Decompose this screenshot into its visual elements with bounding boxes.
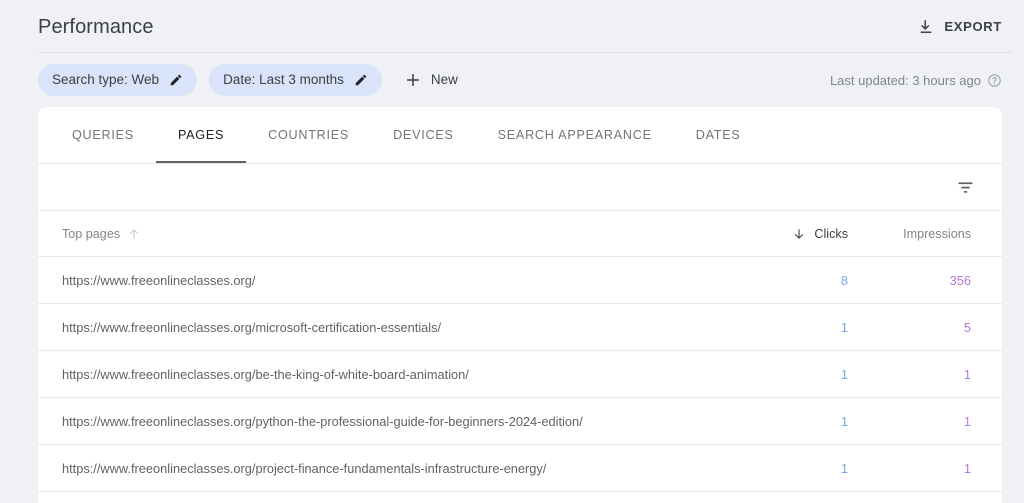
page-url-link[interactable]: https://www.freeonlineclasses.org/be-the…	[62, 367, 469, 382]
pencil-icon	[169, 73, 183, 87]
table-row[interactable]: https://www.freeonlineclasses.org/ 8 356	[38, 257, 1002, 304]
arrow-down-icon	[792, 227, 806, 241]
export-label: EXPORT	[944, 19, 1002, 34]
table-header-row: Top pages Clicks Impressions	[38, 211, 1002, 257]
pencil-icon	[354, 73, 368, 87]
plus-icon	[404, 71, 422, 89]
filter-icon	[956, 178, 975, 197]
pages-table: Top pages Clicks Impressions https://www…	[38, 211, 1002, 492]
table-cell-impressions: 356	[862, 273, 1002, 288]
filter-button[interactable]	[950, 172, 980, 202]
table-cell-impressions: 1	[862, 414, 1002, 429]
table-cell-impressions: 1	[862, 367, 1002, 382]
table-row[interactable]: https://www.freeonlineclasses.org/projec…	[38, 445, 1002, 492]
tab-queries-label: QUERIES	[72, 128, 134, 142]
impressions-value: 356	[949, 272, 971, 288]
clicks-value: 1	[840, 366, 848, 382]
last-updated-text: Last updated: 3 hours ago	[829, 72, 981, 88]
tab-dates[interactable]: DATES	[674, 107, 763, 163]
page-url-link[interactable]: https://www.freeonlineclasses.org/python…	[62, 414, 583, 429]
table-cell-clicks: 1	[722, 461, 862, 476]
dimension-tabs: QUERIES PAGES COUNTRIES DEVICES SEARCH A…	[38, 107, 1002, 164]
table-row[interactable]: https://www.freeonlineclasses.org/be-the…	[38, 351, 1002, 398]
tab-pages[interactable]: PAGES	[155, 107, 247, 163]
tab-search-appearance[interactable]: SEARCH APPEARANCE	[476, 107, 674, 163]
column-header-clicks-label: Clicks	[814, 226, 848, 241]
page-url-link[interactable]: https://www.freeonlineclasses.org/	[62, 273, 255, 288]
chip-date-range-label: Date: Last 3 months	[223, 72, 344, 88]
chip-search-type-label: Search type: Web	[52, 72, 160, 88]
header-divider	[38, 52, 1012, 53]
table-cell-clicks: 1	[722, 367, 862, 382]
tab-countries-label: COUNTRIES	[268, 128, 350, 142]
help-circle-icon[interactable]	[987, 73, 1002, 88]
table-cell-impressions: 5	[862, 320, 1002, 335]
table-row[interactable]: https://www.freeonlineclasses.org/python…	[38, 398, 1002, 445]
table-cell-page: https://www.freeonlineclasses.org/micros…	[38, 320, 722, 335]
clicks-value: 1	[840, 413, 848, 429]
filter-bar: Search type: Web Date: Last 3 months New…	[0, 53, 1024, 107]
tab-search-appearance-label: SEARCH APPEARANCE	[497, 128, 652, 142]
column-header-clicks[interactable]: Clicks	[722, 227, 862, 241]
page-url-link[interactable]: https://www.freeonlineclasses.org/projec…	[62, 461, 546, 476]
table-cell-clicks: 1	[722, 414, 862, 429]
export-button[interactable]: EXPORT	[907, 11, 1012, 43]
column-header-top-pages-label: Top pages	[62, 226, 121, 241]
page-url-link[interactable]: https://www.freeonlineclasses.org/micros…	[62, 320, 441, 335]
impressions-value: 1	[963, 413, 971, 429]
clicks-value: 1	[840, 460, 848, 476]
impressions-value: 1	[963, 460, 971, 476]
column-header-impressions-label: Impressions	[903, 226, 971, 241]
page-title: Performance	[38, 15, 154, 38]
table-toolbar	[38, 164, 1002, 211]
tab-pages-label: PAGES	[177, 128, 225, 142]
table-cell-impressions: 1	[862, 461, 1002, 476]
tab-dates-label: DATES	[695, 128, 741, 142]
column-header-impressions[interactable]: Impressions	[862, 227, 1002, 241]
impressions-value: 1	[963, 366, 971, 382]
column-header-top-pages[interactable]: Top pages	[38, 227, 722, 241]
tab-devices[interactable]: DEVICES	[371, 107, 476, 163]
chip-date-range[interactable]: Date: Last 3 months	[209, 64, 382, 96]
table-cell-page: https://www.freeonlineclasses.org/python…	[38, 414, 722, 429]
tab-queries[interactable]: QUERIES	[50, 107, 156, 163]
page-header: Performance EXPORT	[0, 0, 1024, 53]
clicks-value: 8	[840, 272, 848, 288]
table-row[interactable]: https://www.freeonlineclasses.org/micros…	[38, 304, 1002, 351]
table-cell-page: https://www.freeonlineclasses.org/projec…	[38, 461, 722, 476]
table-cell-clicks: 1	[722, 320, 862, 335]
download-icon	[917, 18, 935, 36]
add-new-filter-label: New	[430, 72, 458, 88]
last-updated: Last updated: 3 hours ago	[830, 73, 1012, 88]
impressions-value: 5	[963, 319, 971, 335]
chip-search-type[interactable]: Search type: Web	[38, 64, 198, 96]
arrow-up-icon	[127, 227, 141, 241]
table-cell-page: https://www.freeonlineclasses.org/	[38, 273, 722, 288]
clicks-value: 1	[840, 319, 848, 335]
table-cell-page: https://www.freeonlineclasses.org/be-the…	[38, 367, 722, 382]
table-cell-clicks: 8	[722, 273, 862, 288]
performance-card: QUERIES PAGES COUNTRIES DEVICES SEARCH A…	[38, 107, 1002, 503]
tab-countries[interactable]: COUNTRIES	[246, 107, 371, 163]
add-new-filter-button[interactable]: New	[398, 64, 470, 96]
tab-devices-label: DEVICES	[393, 128, 454, 142]
